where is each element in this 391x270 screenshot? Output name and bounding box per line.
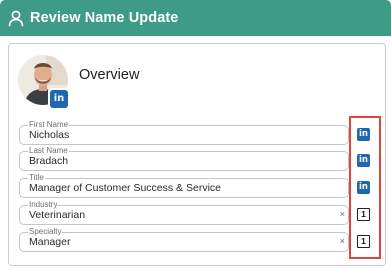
field-label: Title <box>28 173 45 182</box>
field-value[interactable]: Manager of Customer Success & Service <box>29 182 221 194</box>
field-label: First Name <box>28 120 70 129</box>
specialty-field[interactable]: Specialty Manager × <box>19 227 349 252</box>
overview-heading: Overview <box>79 67 140 83</box>
avatar: in <box>18 55 70 110</box>
dialog-header: Review Name Update <box>0 0 391 36</box>
industry-field[interactable]: Industry Veterinarian × <box>19 200 349 225</box>
linkedin-badge: in <box>48 88 70 110</box>
linkedin-icon: in <box>50 90 68 108</box>
linkedin-icon[interactable]: in <box>357 128 370 141</box>
field-value[interactable]: Manager <box>29 236 70 248</box>
source-number-icon[interactable]: 1 <box>357 235 370 248</box>
clear-icon[interactable]: × <box>340 236 345 246</box>
source-number-icon[interactable]: 1 <box>357 208 370 221</box>
last-name-field[interactable]: Last Name Bradach <box>19 146 349 171</box>
linkedin-icon[interactable]: in <box>357 181 370 194</box>
dialog-title: Review Name Update <box>30 10 179 26</box>
field-label: Industry <box>28 200 59 209</box>
linkedin-icon[interactable]: in <box>357 154 370 167</box>
field-label: Specialty <box>28 227 63 236</box>
title-field[interactable]: Title Manager of Customer Success & Serv… <box>19 173 349 198</box>
person-icon <box>7 9 25 27</box>
field-value[interactable]: Veterinarian <box>29 209 85 221</box>
first-name-field[interactable]: First Name Nicholas <box>19 120 349 145</box>
field-value[interactable]: Nicholas <box>29 129 69 141</box>
field-label: Last Name <box>28 146 69 155</box>
clear-icon[interactable]: × <box>340 209 345 219</box>
field-value[interactable]: Bradach <box>29 155 68 167</box>
